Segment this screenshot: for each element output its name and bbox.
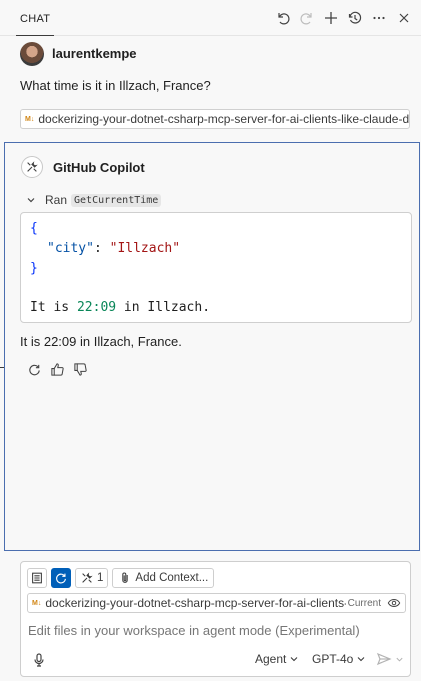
username: laurentkempe (52, 46, 137, 61)
microphone-icon[interactable] (31, 652, 47, 668)
current-badge: Current (347, 597, 381, 609)
retry-icon[interactable] (23, 359, 45, 379)
tab-chat[interactable]: CHAT (15, 6, 55, 36)
tool-output-code-block: { "city": "Illzach" } It is 22:09 in Ill… (20, 212, 412, 323)
thumbs-down-icon[interactable] (69, 359, 91, 379)
avatar (20, 42, 44, 66)
attached-file[interactable]: M↓ dockerizing-your-dotnet-csharp-mcp-se… (20, 109, 410, 129)
undo-icon[interactable] (273, 8, 293, 28)
eye-icon[interactable] (385, 594, 403, 612)
model-label: GPT-4o (312, 652, 354, 666)
tools-icon (82, 572, 93, 583)
paperclip-icon (122, 572, 129, 583)
more-actions-icon[interactable] (369, 8, 389, 28)
assistant-turn: GitHub Copilot Ran GetCurrentTime { "cit… (4, 142, 420, 551)
mode-label: Agent (255, 652, 287, 666)
tools-count: 1 (97, 572, 104, 584)
context-file-name: dockerizing-your-dotnet-csharp-mcp-serve… (45, 596, 346, 610)
code-colon: : (93, 241, 110, 256)
markdown-file-icon: M↓ (32, 599, 42, 607)
code-result-line: It is 22:09 in Illzach. (30, 300, 210, 315)
send-icon (376, 652, 392, 666)
code-json-line: "city": "Illzach" (47, 241, 180, 256)
mode-dropdown[interactable]: Agent (255, 652, 299, 666)
chat-input-box: 1 Add Context... M↓ dockerizing-your-dot… (20, 561, 411, 677)
code-result-prefix: It is (30, 300, 77, 315)
code-close-brace: } (30, 261, 38, 276)
history-icon[interactable] (345, 8, 365, 28)
instructions-icon[interactable] (27, 568, 47, 588)
chevron-down-icon (27, 198, 35, 203)
ran-label: Ran (45, 193, 68, 207)
auto-refresh-toggle-icon[interactable] (51, 568, 71, 588)
assistant-answer: It is 22:09 in Illzach, France. (20, 334, 182, 349)
markdown-file-icon: M↓ (25, 115, 35, 123)
tool-run-toggle[interactable]: Ran GetCurrentTime (25, 191, 162, 209)
input-toolbar: 1 Add Context... (27, 568, 218, 588)
agent-name: GitHub Copilot (53, 160, 145, 175)
add-context-label: Add Context... (135, 572, 209, 584)
send-button[interactable] (376, 651, 404, 667)
response-actions (23, 359, 92, 379)
context-file-chip[interactable]: M↓ dockerizing-your-dotnet-csharp-mcp-se… (27, 593, 406, 613)
code-open-brace: { (30, 221, 38, 236)
new-chat-plus-icon[interactable] (321, 8, 341, 28)
model-dropdown[interactable]: GPT-4o (312, 652, 366, 666)
code-key: "city" (47, 241, 94, 256)
chat-input-field[interactable]: Edit files in your workspace in agent mo… (28, 623, 360, 638)
input-footer: Agent GPT-4o (27, 650, 406, 670)
chevron-down-icon (357, 657, 365, 662)
chevron-down-icon (290, 657, 298, 662)
attached-file-name: dockerizing-your-dotnet-csharp-mcp-serve… (38, 112, 410, 126)
redo-icon[interactable] (297, 8, 317, 28)
copilot-tools-icon (21, 156, 43, 178)
user-message: What time is it in Illzach, France? (20, 78, 211, 93)
tool-name: GetCurrentTime (71, 193, 162, 207)
chat-header: CHAT (0, 0, 421, 36)
chevron-down-icon (396, 657, 403, 662)
add-context-button[interactable]: Add Context... (112, 568, 215, 588)
code-result-suffix: in Illzach. (116, 300, 211, 315)
close-icon[interactable] (394, 8, 414, 28)
code-value: "Illzach" (109, 241, 181, 256)
code-result-time: 22:09 (76, 300, 117, 315)
tools-button[interactable]: 1 (75, 568, 109, 588)
thumbs-up-icon[interactable] (46, 359, 68, 379)
